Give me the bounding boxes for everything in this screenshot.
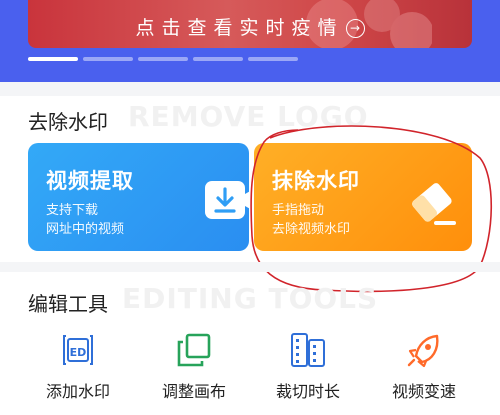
carousel-indicator <box>28 57 298 61</box>
video-extract-card[interactable]: 视频提取 支持下载 网址中的视频 <box>28 143 249 251</box>
tool-label: 调整画布 <box>161 382 226 401</box>
carousel-dot[interactable] <box>248 57 298 61</box>
tool-label: 裁切时长 <box>275 382 340 401</box>
arrow-right-circle-icon: → <box>345 19 365 38</box>
carousel-dot[interactable] <box>193 57 243 61</box>
section-title-remove: 去除水印 <box>28 110 108 134</box>
tool-video-speed[interactable]: 视频变速 <box>374 330 474 402</box>
card-subtitle-line1: 支持下载 <box>46 203 99 218</box>
carousel-dot[interactable] <box>138 57 188 61</box>
trim-duration-icon <box>291 333 325 367</box>
tool-adjust-canvas[interactable]: 调整画布 <box>144 330 244 402</box>
add-watermark-icon: ED <box>63 335 93 365</box>
section-separator <box>0 82 500 96</box>
section-watermark: EDITING TOOLS <box>122 282 379 315</box>
card-subtitle-line2: 网址中的视频 <box>46 222 125 237</box>
carousel-dot[interactable] <box>28 57 78 61</box>
banner-text: 点击查看实时疫情 → <box>28 13 472 40</box>
epidemic-banner[interactable]: 点击查看实时疫情 → <box>28 0 472 48</box>
tool-label: 视频变速 <box>391 382 456 401</box>
tool-trim-duration[interactable]: 裁切时长 <box>258 330 358 402</box>
tool-add-watermark[interactable]: ED 添加水印 <box>28 330 128 402</box>
adjust-canvas-icon <box>177 333 211 367</box>
section-separator <box>0 262 500 272</box>
card-title: 视频提取 <box>46 169 134 193</box>
carousel-dot[interactable] <box>83 57 133 61</box>
top-header: 点击查看实时疫情 → <box>0 0 500 82</box>
tool-label: 添加水印 <box>45 382 110 401</box>
svg-text:ED: ED <box>70 346 87 359</box>
tools-grid: ED 添加水印 调整画布 裁切时长 视频变速 <box>0 330 500 415</box>
section-title-edit: 编辑工具 <box>28 292 108 316</box>
rocket-speed-icon <box>407 334 439 368</box>
app-screen: 点击查看实时疫情 → REMOVE LOGO 去除水印 视频提取 支持下载 网址中… <box>0 0 500 415</box>
banner-label: 点击查看实时疫情 <box>135 17 344 39</box>
